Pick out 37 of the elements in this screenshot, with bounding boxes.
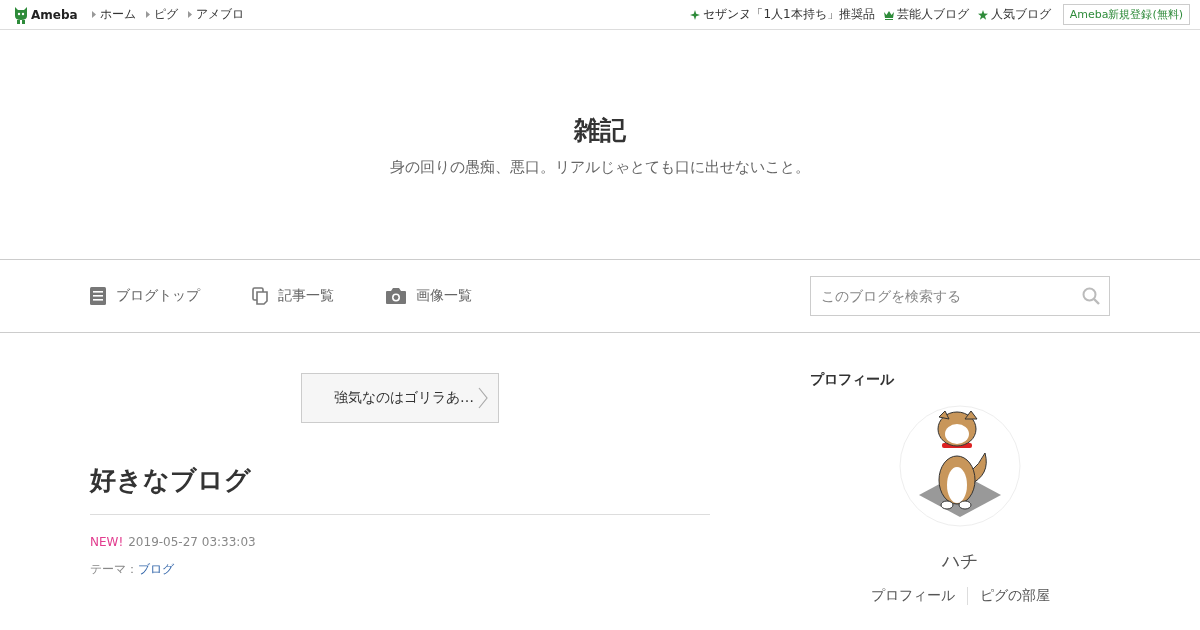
nav-link[interactable]: ホーム xyxy=(99,6,136,23)
chevron-right-icon xyxy=(478,387,488,409)
next-article-button[interactable]: 強気なのはゴリラあ… xyxy=(301,373,499,423)
triangle-icon xyxy=(187,11,192,18)
sparkle-icon xyxy=(690,9,701,20)
blog-title[interactable]: 雑記 xyxy=(574,112,626,148)
profile-name: ハチ xyxy=(942,549,978,573)
search-field[interactable]: このブログを検索する xyxy=(810,276,1110,316)
copy-icon xyxy=(252,287,268,305)
blog-description: 身の回りの愚痴、悪口。リアルじゃとても口に出せないこと。 xyxy=(390,157,810,177)
new-label: NEW! xyxy=(90,535,124,549)
triangle-icon xyxy=(145,11,150,18)
crown-icon xyxy=(883,9,894,20)
header-link[interactable]: 芸能人ブログ xyxy=(896,6,969,23)
blog-nav-link[interactable]: ブログトップ xyxy=(116,287,200,305)
document-icon xyxy=(90,287,106,305)
header-link[interactable]: 人気ブログ xyxy=(990,6,1051,23)
article-date: 2019-05-27 03:33:03 xyxy=(128,535,256,549)
blog-nav-link[interactable]: 画像一覧 xyxy=(416,287,472,305)
nav-link[interactable]: ピグ xyxy=(153,6,178,23)
logo-icon xyxy=(14,5,28,24)
search-icon[interactable] xyxy=(1082,287,1100,305)
theme-label: テーマ： xyxy=(90,561,138,578)
star-icon xyxy=(977,9,988,20)
theme-link[interactable]: ブログ xyxy=(138,561,174,578)
register-button[interactable]: Ameba新規登録(無料) xyxy=(1062,4,1190,25)
profile-link[interactable]: ピグの部屋 xyxy=(966,587,1062,605)
sidebar-heading: プロフィール xyxy=(810,371,894,389)
camera-icon xyxy=(386,288,406,304)
blog-nav-link[interactable]: 記事一覧 xyxy=(278,287,334,305)
profile-link[interactable]: プロフィール xyxy=(858,587,967,605)
article-title[interactable]: 好きなブログ xyxy=(90,463,710,515)
ameba-logo[interactable]: Ameba xyxy=(14,5,78,24)
header-link[interactable]: セザンヌ「1人1本持ち」推奨品 xyxy=(703,6,875,23)
nav-link[interactable]: アメブロ xyxy=(195,6,244,23)
logo-text: Ameba xyxy=(31,7,78,22)
triangle-icon xyxy=(91,11,96,18)
